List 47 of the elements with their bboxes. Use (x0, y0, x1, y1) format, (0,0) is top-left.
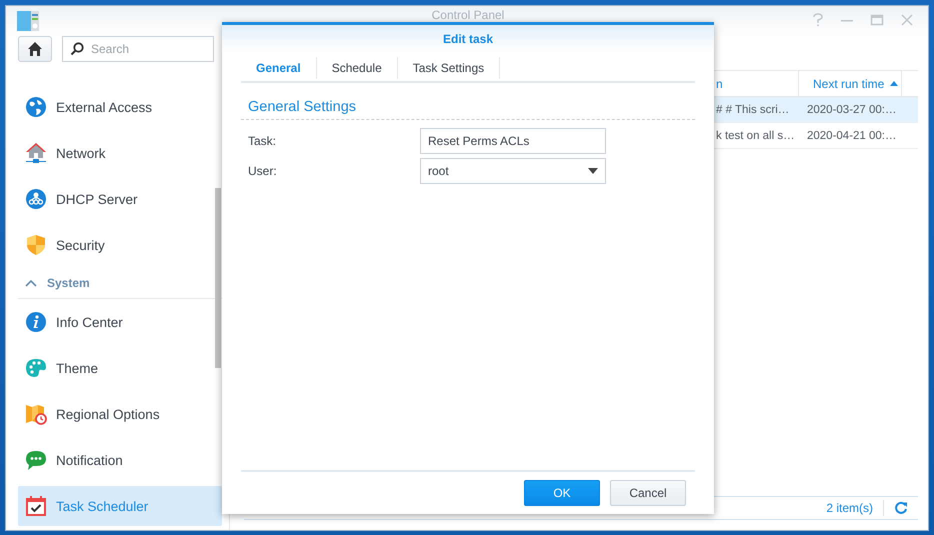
sidebar-item[interactable]: Theme (18, 348, 222, 388)
globe-icon (25, 96, 47, 118)
caret-icon (588, 168, 598, 174)
home-icon (27, 41, 43, 57)
column-header[interactable]: Next run time (798, 71, 901, 96)
shield-icon (25, 234, 47, 256)
sidebar-item[interactable]: Security (18, 225, 222, 265)
maximize-icon[interactable] (870, 13, 884, 27)
help-icon[interactable] (812, 13, 824, 27)
section-title: General Settings (241, 83, 695, 120)
field-label: Task: (247, 134, 278, 148)
tab[interactable]: Task Settings (398, 57, 500, 79)
search-field[interactable]: Search (62, 36, 214, 62)
scrollbar-thumb[interactable] (215, 188, 221, 368)
table-cell-text: 2020-03-27 00:… (806, 104, 898, 116)
tab[interactable]: General (241, 57, 317, 79)
field-label: User: (247, 164, 278, 178)
home-button[interactable] (18, 36, 52, 62)
sidebar-item[interactable]: Notification (18, 440, 222, 480)
sidebar-item[interactable]: Regional Options (18, 394, 222, 434)
app-icon (17, 11, 39, 31)
chat-bubble-icon (25, 449, 47, 471)
sidebar-item[interactable]: DHCP Server (18, 179, 222, 219)
close-icon[interactable] (900, 13, 914, 27)
sidebar-item[interactable]: Info Center (18, 302, 222, 342)
sort-arrow-icon (890, 81, 898, 86)
text-field[interactable]: Reset Perms ACLs (420, 128, 606, 154)
cancel-button[interactable]: Cancel (610, 480, 686, 506)
dialog-title: Edit task (442, 32, 493, 46)
map-clock-icon (25, 403, 47, 425)
table-cell-text: # # This scri… (715, 104, 790, 116)
chevron-icon (25, 279, 37, 287)
tab[interactable]: Schedule (316, 57, 398, 79)
item-count: 2 item(s) (826, 501, 873, 515)
dropdown[interactable]: root (420, 158, 606, 184)
palette-icon (25, 357, 47, 379)
house-icon (25, 142, 47, 164)
network-nodes-icon (25, 188, 47, 210)
refresh-icon[interactable] (894, 501, 908, 515)
info-icon (25, 311, 47, 333)
sidebar-item[interactable]: External Access (18, 87, 222, 127)
table-cell-text: 2020-04-21 00:… (806, 130, 898, 142)
window-title: Control Panel (430, 9, 506, 22)
calendar-check-icon (25, 495, 47, 517)
table-cell-text: k test on all s… (715, 130, 796, 142)
search-icon (70, 42, 84, 56)
sidebar-item[interactable]: Network (18, 133, 222, 173)
